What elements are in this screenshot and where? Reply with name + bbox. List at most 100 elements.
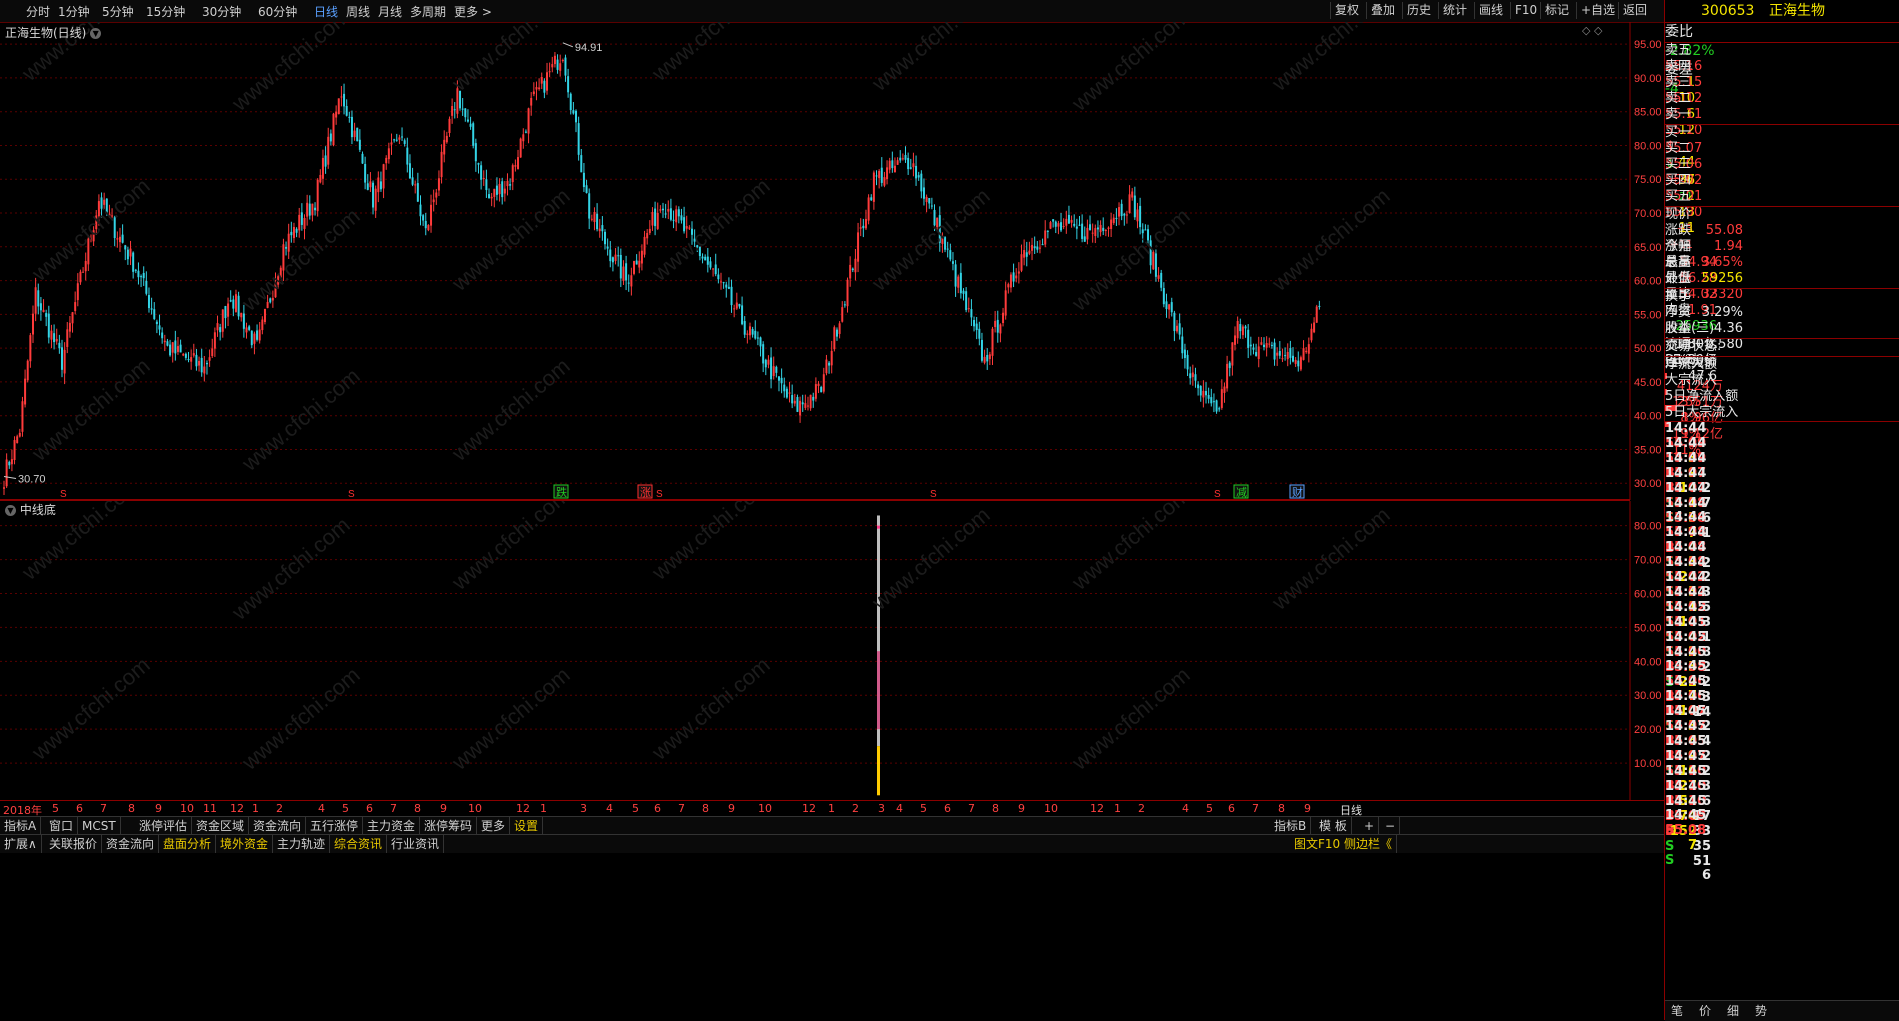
tick-time: 14:44 xyxy=(1665,450,1707,466)
chart-menu-icon[interactable]: ▼ xyxy=(90,28,102,39)
candle-body-395 xyxy=(1044,230,1047,245)
buy-row-1[interactable]: 买二 55.06 7 -21 xyxy=(1665,141,1899,203)
candle-body-441 xyxy=(1165,301,1168,310)
period-3[interactable]: 15分钟 xyxy=(146,3,185,20)
extension-tab-3[interactable]: 盘面分析 xyxy=(159,835,217,853)
sell-row-0[interactable]: 卖五 55.16 1 +1 xyxy=(1665,43,1899,105)
indicator-tab-2[interactable]: MCST xyxy=(78,817,121,835)
indicator-tab-6[interactable]: 五行涨停 xyxy=(306,817,364,835)
sell-row-3[interactable]: 卖二 55.11 12 xyxy=(1665,91,1899,138)
indicator-chart[interactable]: 80.00 70.00 60.00 50.00 40.00 30.00 20.00 10.00… xyxy=(0,501,1664,801)
period-2[interactable]: 5分钟 xyxy=(102,3,134,20)
toolbar-button-8[interactable]: 返回 xyxy=(1618,2,1651,19)
buy-row-2[interactable]: 买三 55.02 2 xyxy=(1665,157,1899,204)
toolbar-button-0[interactable]: 复权 xyxy=(1330,2,1363,19)
buy-row-4[interactable]: 买五 55.00 11 +11 xyxy=(1665,189,1899,251)
toolbar-button-5[interactable]: F10 xyxy=(1510,2,1541,19)
watermark-12: www.cfchi.com xyxy=(1066,203,1194,316)
period-9[interactable]: 多周期 xyxy=(410,3,446,20)
indicator-tab-right-2[interactable]: + xyxy=(1360,817,1380,835)
tick-time: 14:45 xyxy=(1665,763,1707,779)
indicator-tab-10[interactable]: 设置 xyxy=(510,817,544,835)
period-7[interactable]: 周线 xyxy=(346,3,370,20)
toolbar-button-6[interactable]: 标记 xyxy=(1540,2,1573,19)
sell-row-4[interactable]: 卖一 55.10 ↑ 44 +8 xyxy=(1665,107,1899,185)
candle-body-403 xyxy=(1065,218,1068,226)
indicator-tab-9[interactable]: 更多 xyxy=(477,817,511,835)
panel-tab-0[interactable]: 笔 xyxy=(1671,1002,1683,1019)
tick-row-24: 14:45 55.10 74 B 35 xyxy=(1665,779,1899,854)
extension-tab-6[interactable]: 综合资讯 xyxy=(330,835,388,853)
candle-body-362 xyxy=(957,276,960,288)
candle-body-210 xyxy=(556,59,559,70)
sell-row-1[interactable]: 卖四 55.15 10 xyxy=(1665,59,1899,106)
candlestick-panel[interactable]: 95.00 90.00 85.00 80.00 75.00 70.00 65.00 60.00… xyxy=(0,22,1664,500)
event-marker-3[interactable]: 涨 xyxy=(640,486,651,499)
panel-tab-3[interactable]: 势 xyxy=(1755,1002,1767,1019)
indicator-tab-right-1[interactable]: 模 板 xyxy=(1315,817,1352,835)
event-marker-8[interactable]: 财 xyxy=(1292,485,1303,499)
candle-body-385 xyxy=(1017,271,1020,274)
indicator-tab-5[interactable]: 资金流向 xyxy=(249,817,307,835)
period-5[interactable]: 60分钟 xyxy=(258,3,297,20)
extension-tab-0[interactable]: 扩展∧ xyxy=(0,835,42,853)
panel-tab-2[interactable]: 细 xyxy=(1727,1002,1739,1019)
period-1[interactable]: 1分钟 xyxy=(58,3,90,20)
toolbar-button-7[interactable]: +自选 xyxy=(1576,2,1619,19)
buy-row-0[interactable]: 买一 55.07 ↓ 36 xyxy=(1665,125,1899,188)
indicator-menu-icon[interactable]: ▼ xyxy=(5,505,16,516)
candlestick-chart[interactable]: 95.00 90.00 85.00 80.00 75.00 70.00 65.00 60.00… xyxy=(0,22,1664,500)
indicator-tab-3[interactable]: 涨停评估 xyxy=(135,817,193,835)
date-month-44: 7 xyxy=(1252,802,1259,815)
candle-body-128 xyxy=(340,96,343,98)
indicator-tab-right-3[interactable]: − xyxy=(1381,817,1401,835)
tick-time: 14:44 xyxy=(1665,421,1707,436)
indicator-tab-1[interactable]: 窗口 xyxy=(45,817,79,835)
period-6[interactable]: 日线 xyxy=(314,3,338,20)
indicator-tab-7[interactable]: 主力资金 xyxy=(363,817,421,835)
candle-body-455 xyxy=(1202,390,1205,398)
candle-body-120 xyxy=(319,174,322,183)
buy-row-3[interactable]: 买四 55.01 13 +3 xyxy=(1665,173,1899,235)
indicator-panel[interactable]: 80.00 70.00 60.00 50.00 40.00 30.00 20.00 10.00… xyxy=(0,501,1664,801)
indicator-tab-right-0[interactable]: 指标B xyxy=(1270,817,1312,835)
ind-watermark-10: www.cfchi.com xyxy=(646,652,774,765)
candle-body-478 xyxy=(1263,344,1266,348)
candle-body-386 xyxy=(1020,254,1023,271)
extension-tab-2[interactable]: 资金流向 xyxy=(102,835,160,853)
toolbar-button-2[interactable]: 历史 xyxy=(1402,2,1435,19)
tick-row-8: 14:44 55.08 24 S 5 xyxy=(1665,540,1899,615)
date-month-22: 6 xyxy=(654,802,661,815)
buy-label: 买四 xyxy=(1665,173,1692,188)
extension-tab-4[interactable]: 境外资金 xyxy=(216,835,274,853)
period-0[interactable]: 分时 xyxy=(26,3,50,20)
sidebar-toggle[interactable]: 图文F10 侧边栏《 xyxy=(1290,835,1397,853)
indicator-tab-8[interactable]: 涨停筹码 xyxy=(420,817,478,835)
panel-tab-1[interactable]: 价 xyxy=(1699,1002,1711,1019)
toolbar-button-3[interactable]: 统计 xyxy=(1438,2,1471,19)
indicator-tab-0[interactable]: 指标A xyxy=(0,817,42,835)
extension-tab-1[interactable]: 关联报价 xyxy=(45,835,103,853)
candle-body-373 xyxy=(986,354,989,362)
extension-tab-7[interactable]: 行业资讯 xyxy=(387,835,445,853)
candle-body-498 xyxy=(1315,306,1318,323)
buy-label: 买二 xyxy=(1665,141,1692,156)
chart-window-icons[interactable]: ◇ ◇ xyxy=(1582,24,1602,37)
candle-body-339 xyxy=(896,160,899,165)
period-8[interactable]: 月线 xyxy=(378,3,402,20)
event-marker-2[interactable]: 跌 xyxy=(556,485,567,499)
candle-body-188 xyxy=(498,183,501,195)
period-4[interactable]: 30分钟 xyxy=(202,3,241,20)
toolbar-button-1[interactable]: 叠加 xyxy=(1366,2,1399,19)
candle-body-267 xyxy=(706,256,709,265)
event-marker-7[interactable]: 减 xyxy=(1236,486,1247,499)
extension-tab-5[interactable]: 主力轨迹 xyxy=(273,835,331,853)
candle-body-349 xyxy=(922,187,925,199)
candle-body-493 xyxy=(1302,348,1305,360)
candle-body-54 xyxy=(145,280,148,294)
period-10[interactable]: 更多 > xyxy=(454,3,492,20)
indicator-tab-4[interactable]: 资金区域 xyxy=(192,817,250,835)
candle-body-469 xyxy=(1239,324,1242,332)
toolbar-button-4[interactable]: 画线 xyxy=(1474,2,1507,19)
sell-row-2[interactable]: 卖三 55.12 6 xyxy=(1665,75,1899,122)
